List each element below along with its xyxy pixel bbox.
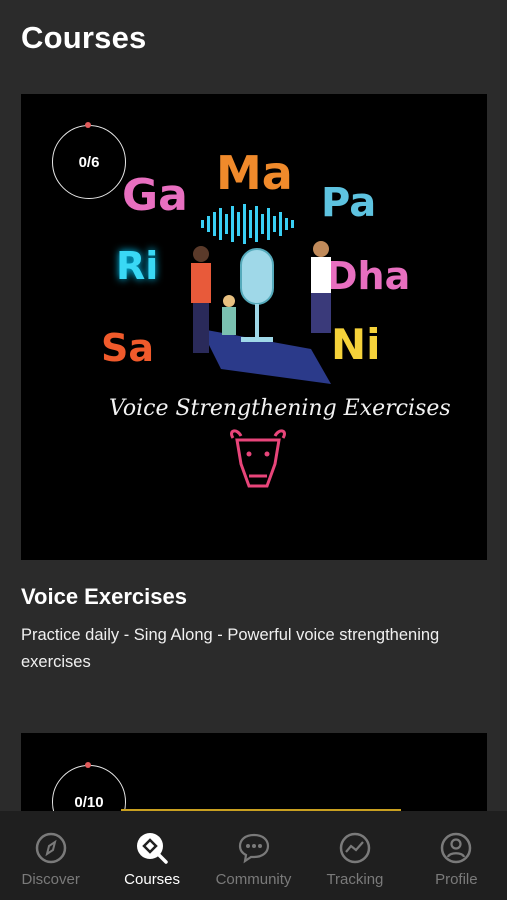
bottom-navigation: Discover Courses Community Tracking Prof… (0, 811, 507, 900)
nav-label-courses: Courses (124, 871, 181, 888)
nav-item-courses[interactable]: Courses (101, 811, 202, 900)
nav-label-discover: Discover (21, 871, 80, 888)
art-letter-ma: Ma (216, 146, 293, 200)
nav-label-tracking: Tracking (326, 871, 384, 888)
tracking-chart-icon (339, 832, 371, 864)
nav-label-community: Community (215, 871, 292, 888)
art-letter-pa: Pa (321, 180, 377, 226)
course-card-image[interactable]: 0/6 Ga Ma Pa Ri Dha Sa Ni Voice Strength… (21, 94, 487, 560)
page-title: Courses (21, 20, 147, 55)
nav-item-community[interactable]: Community (203, 811, 304, 900)
art-letter-sa: Sa (101, 326, 155, 370)
page-header: Courses (21, 20, 146, 56)
courses-search-icon (137, 833, 168, 864)
art-caption: Voice Strengthening Exercises (109, 396, 451, 421)
nav-label-profile: Profile (435, 871, 478, 888)
course-artwork: Ga Ma Pa Ri Dha Sa Ni Voice Strengthenin… (21, 94, 487, 560)
nav-item-tracking[interactable]: Tracking (304, 811, 405, 900)
progress-indicator-dot (85, 762, 91, 768)
course-title[interactable]: Voice Exercises (21, 584, 187, 610)
course-description: Practice daily - Sing Along - Powerful v… (21, 626, 440, 671)
course-card-image[interactable]: 0/10 (21, 733, 487, 823)
chat-bubble-icon (238, 833, 269, 864)
progress-count: 0/10 (74, 793, 104, 811)
soundwave-graphic (201, 204, 294, 244)
singers-microphone-illustration (191, 241, 331, 384)
art-letter-ri: Ri (116, 244, 159, 288)
art-letter-ga: Ga (122, 170, 188, 221)
nav-item-discover[interactable]: Discover (0, 811, 101, 900)
compass-icon (35, 832, 66, 864)
profile-icon (441, 832, 472, 864)
nav-item-profile[interactable]: Profile (406, 811, 507, 900)
cow-icon (230, 429, 286, 488)
